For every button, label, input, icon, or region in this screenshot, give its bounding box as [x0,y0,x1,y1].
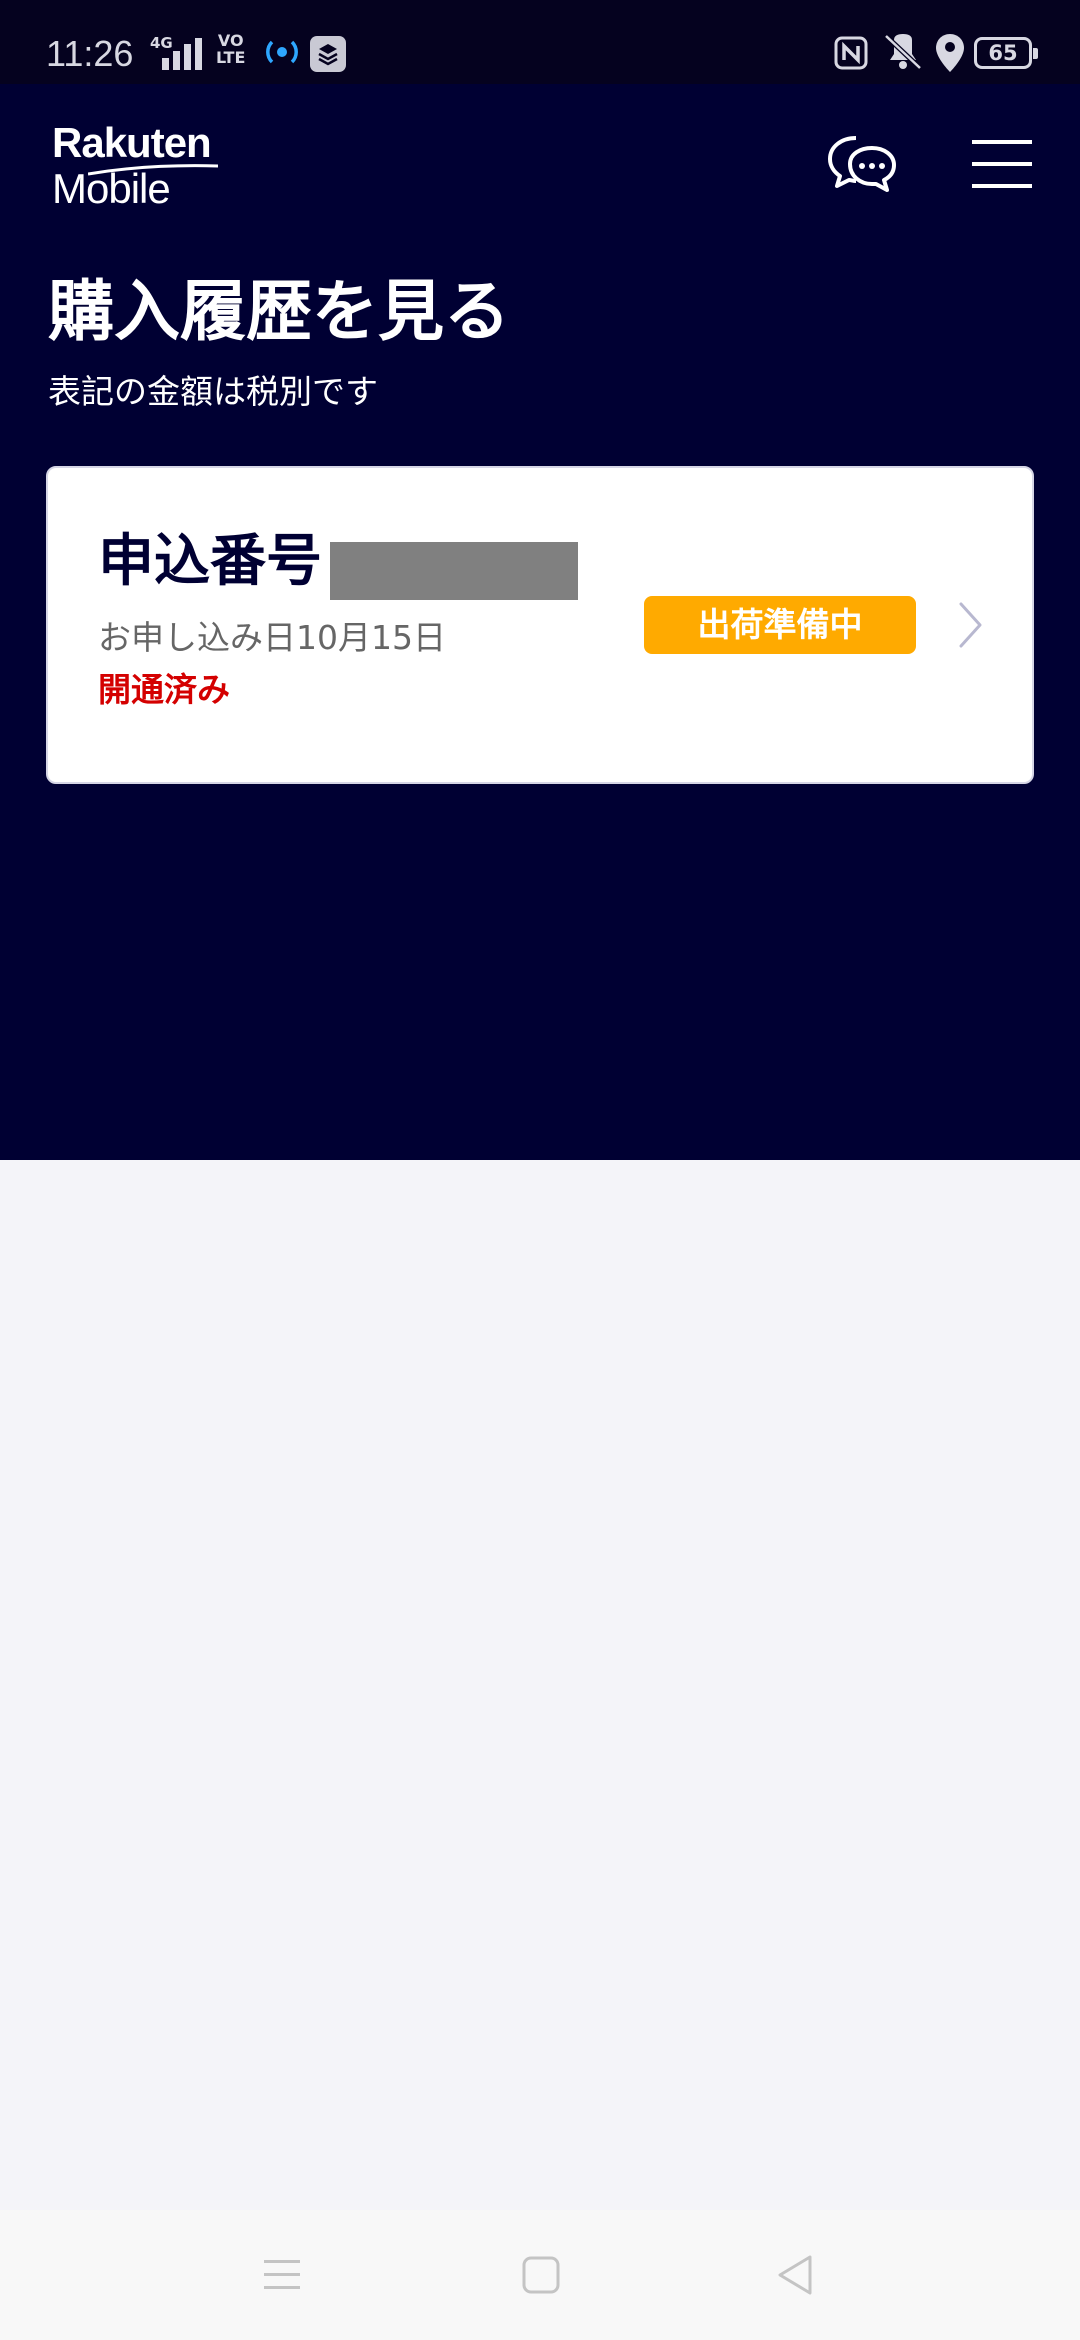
status-time: 11:26 [46,33,134,74]
system-nav-bar [0,2210,1080,2340]
signal-icon [162,38,202,70]
recent-apps-icon[interactable] [262,2256,302,2292]
app-header: Rakuten Mobile 購入履歴を見る 表記の金額は税別です 申込番号 お… [0,84,1080,1160]
back-icon[interactable] [776,2254,814,2296]
tax-note: 表記の金額は税別です [48,372,378,411]
nfc-icon [834,36,868,70]
brand-logo[interactable]: Rakuten Mobile [52,120,218,212]
battery-icon: 65 [974,37,1038,69]
shipping-status-badge: 出荷準備中 [644,596,916,654]
home-icon[interactable] [522,2256,560,2294]
hamburger-menu-icon[interactable] [970,136,1034,192]
chat-icon[interactable] [826,130,898,202]
volte-bottom: LTE [216,48,246,67]
chevron-right-icon[interactable] [958,600,984,650]
page-title: 購入履歴を見る [48,273,510,350]
status-bar: 11:26 4G VO LTE 65 [0,0,1080,84]
app-notification-icon [310,36,346,72]
vibrate-off-icon [884,34,922,70]
order-card[interactable]: 申込番号 お申し込み日10月15日 開通済み 出荷準備中 [46,466,1034,784]
screen: 11:26 4G VO LTE 65 Rakuten Mobile 購入履歴を見… [0,0,1080,2340]
activation-status: 開通済み [98,670,230,709]
order-number-label: 申込番号 [98,529,322,594]
brand-swoosh-icon [88,164,218,176]
hotspot-icon [266,40,298,64]
location-icon [936,34,964,72]
volte-indicator: VO LTE [216,32,245,66]
order-number-redacted [330,542,578,600]
order-date: お申し込み日10月15日 [98,618,446,657]
